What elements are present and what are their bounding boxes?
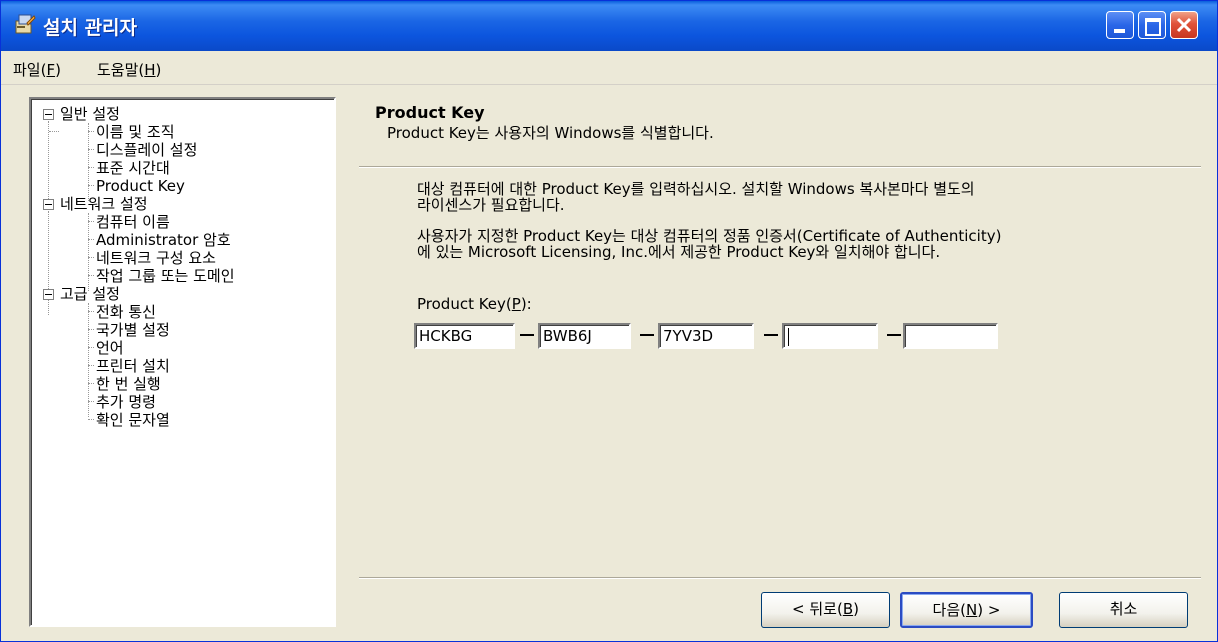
tree-connector (88, 131, 94, 132)
product-key-field-1[interactable]: HCKBG (414, 323, 515, 349)
product-key-field-4[interactable] (782, 323, 878, 349)
instruction-text-2-line-2: 에 있는 Microsoft Licensing, Inc.에서 제공한 Pro… (417, 243, 941, 261)
instruction-text-2-line-1: 사용자가 지정한 Product Key는 대상 컴퓨터의 정품 인증서(Cer… (417, 227, 1002, 245)
tree-connector (48, 121, 49, 207)
tree-item-name-org[interactable]: 이름 및 조직 (96, 123, 175, 141)
maximize-button[interactable] (1138, 11, 1166, 39)
collapse-icon[interactable] (43, 199, 54, 210)
tree-item-printers[interactable]: 프린터 설치 (96, 357, 170, 375)
tree-item-workgroup-domain[interactable]: 작업 그룹 또는 도메인 (96, 267, 235, 285)
menu-file-label-end: ) (55, 61, 61, 79)
dash-separator (764, 334, 778, 336)
tree-connector (88, 365, 94, 366)
tree-connector (88, 383, 94, 384)
menu-help[interactable]: 도움말(H) (97, 59, 161, 80)
tree-connector (88, 149, 94, 150)
tree-item-regional[interactable]: 국가별 설정 (96, 321, 170, 339)
tree-connector (88, 275, 94, 276)
menu-bar: 파일(F) 도움말(H) (1, 51, 1217, 85)
tree-connector (88, 401, 94, 402)
tree-item-identification-string[interactable]: 확인 문자열 (96, 411, 170, 429)
menu-file-accesskey: F (46, 61, 56, 79)
product-key-field-2[interactable]: BWB6J (538, 323, 631, 349)
tree-connector (88, 167, 94, 168)
settings-tree[interactable]: 일반 설정 이름 및 조직 디스플레이 설정 표준 시간대 Product Ke… (29, 97, 336, 627)
tree-item-display[interactable]: 디스플레이 설정 (96, 141, 197, 159)
title-bar[interactable]: 설치 관리자 (1, 1, 1217, 51)
page-title: Product Key (375, 103, 485, 122)
tree-connector (88, 329, 94, 330)
tree-connector (88, 239, 94, 240)
tree-connector (88, 347, 94, 348)
instruction-text-2: 사용자가 지정한 Product Key는 대상 컴퓨터의 정품 인증서(Cer… (417, 228, 1187, 260)
setup-manager-icon (15, 14, 36, 34)
collapse-icon[interactable] (43, 109, 54, 120)
tree-connector (88, 221, 94, 222)
tree-item-product-key[interactable]: Product Key (96, 177, 185, 195)
tree-connector (88, 185, 94, 186)
menu-help-label: 도움말( (97, 61, 145, 79)
back-button-label: < 뒤로( (792, 600, 843, 618)
next-button-accesskey: N (966, 601, 978, 619)
tree-item-admin-password[interactable]: Administrator 암호 (96, 231, 231, 249)
tree-item-telephony[interactable]: 전화 통신 (96, 303, 156, 321)
dash-separator (887, 334, 901, 336)
setup-manager-window: 설치 관리자 파일(F) 도움말(H) 일반 설정 이름 및 조직 디스플레이 … (0, 0, 1218, 642)
tree-connector (88, 123, 89, 201)
header-divider (359, 166, 1201, 168)
dash-separator (640, 334, 654, 336)
product-key-field-3[interactable]: 7YV3D (658, 323, 754, 349)
product-key-label-text: Product Key( (417, 295, 512, 313)
tree-connector (88, 419, 94, 420)
tree-item-additional-commands[interactable]: 추가 명령 (96, 393, 156, 411)
product-key-label-end: ): (520, 295, 532, 313)
tree-connector (88, 213, 89, 291)
instruction-text-1-line-2: 라이센스가 필요합니다. (417, 196, 565, 214)
cancel-button[interactable]: 취소 (1059, 592, 1188, 628)
back-button-label-end: ) (853, 600, 859, 618)
close-icon (1176, 17, 1192, 33)
next-button-label-end: ) > (977, 601, 1001, 619)
back-button-accesskey: B (842, 600, 854, 618)
text-caret (788, 328, 789, 346)
tree-connector (88, 257, 94, 258)
menu-help-label-end: ) (155, 61, 162, 79)
tree-group-network[interactable]: 네트워크 설정 (60, 195, 148, 213)
product-key-field-5[interactable] (903, 323, 998, 349)
menu-file[interactable]: 파일(F) (13, 59, 61, 80)
tree-connector (49, 131, 59, 132)
tree-connector (88, 303, 89, 417)
tree-connector (88, 311, 94, 312)
tree-group-general[interactable]: 일반 설정 (60, 105, 120, 123)
close-button[interactable] (1170, 11, 1198, 39)
footer-divider (359, 577, 1201, 579)
tree-item-computer-name[interactable]: 컴퓨터 이름 (96, 213, 170, 231)
back-button[interactable]: < 뒤로(B) (761, 592, 890, 628)
instruction-text-1: 대상 컴퓨터에 대한 Product Key를 입력하십시오. 설치할 Wind… (417, 181, 1187, 213)
tree-item-language[interactable]: 언어 (96, 339, 124, 357)
tree-item-network-components[interactable]: 네트워크 구성 요소 (96, 249, 216, 267)
menu-help-accesskey: H (144, 61, 156, 79)
instruction-text-1-line-1: 대상 컴퓨터에 대한 Product Key를 입력하십시오. 설치할 Wind… (417, 180, 975, 198)
tree-item-timezone[interactable]: 표준 시간대 (96, 159, 170, 177)
tree-item-run-once[interactable]: 한 번 실행 (96, 375, 161, 393)
product-key-label-accesskey: P (511, 295, 521, 313)
menu-file-label: 파일( (13, 61, 47, 79)
product-key-label: Product Key(P): (417, 295, 532, 313)
page-subtitle: Product Key는 사용자의 Windows를 식별합니다. (387, 124, 714, 142)
dash-separator (520, 334, 534, 336)
next-button-label: 다음( (932, 601, 966, 619)
tree-group-advanced[interactable]: 고급 설정 (60, 285, 120, 303)
collapse-icon[interactable] (43, 289, 54, 300)
window-title: 설치 관리자 (43, 17, 138, 39)
next-button[interactable]: 다음(N) > (900, 592, 1033, 628)
minimize-button[interactable] (1106, 11, 1134, 39)
